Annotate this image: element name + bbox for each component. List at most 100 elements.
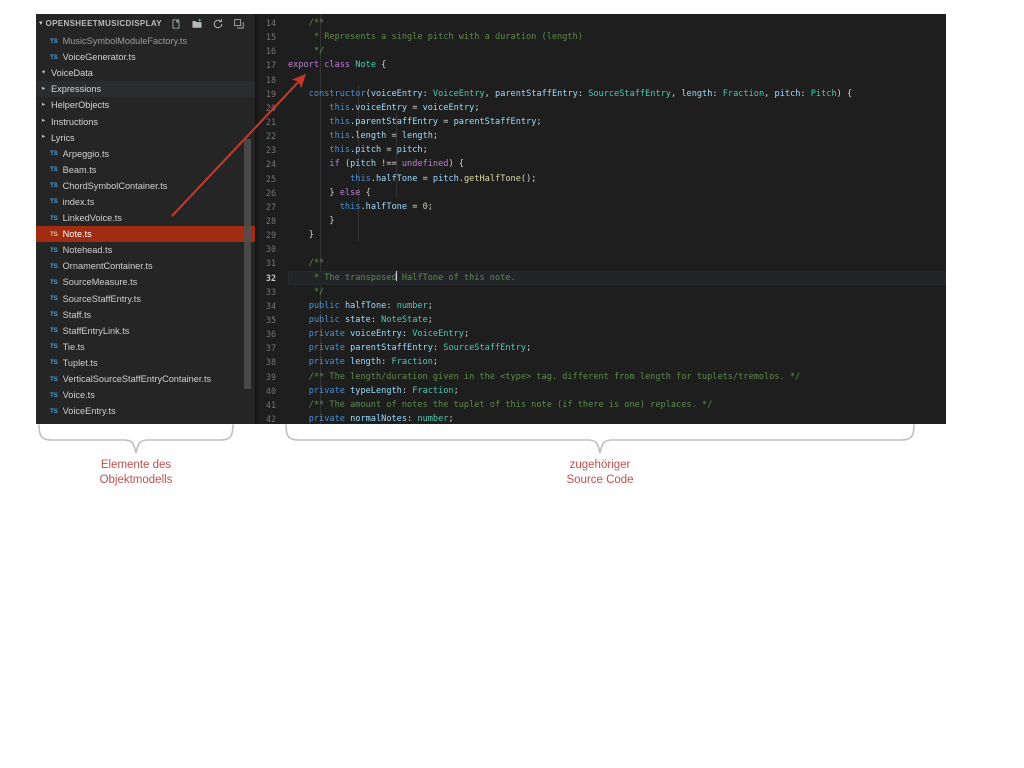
code-line[interactable]: private parentStaffEntry: SourceStaffEnt… [288,341,946,355]
new-file-icon[interactable] [170,18,182,30]
code-token: } [288,230,314,241]
explorer-actions [170,18,251,30]
line-number: 21 [265,116,276,127]
code-token: ) { [448,159,464,170]
tree-file-voice-ts[interactable]: TS Voice.ts [36,387,255,403]
collapse-all-icon[interactable] [233,18,245,30]
tree-folder-lyrics[interactable]: ▸ Lyrics [36,130,255,146]
tree-file-beam-ts[interactable]: TS Beam.ts [36,162,255,178]
code-token: /** [308,258,325,269]
tree-item-label: ChordSymbolContainer.ts [62,180,168,191]
tree-file-notehead-ts[interactable]: TS Notehead.ts [36,242,255,258]
code-token: /** [308,18,325,28]
chevron-down-icon[interactable]: ▾ [42,69,51,77]
tree-folder-voicedata[interactable]: ▾ VoiceData [36,65,255,81]
chevron-right-icon[interactable]: ▸ [42,86,51,93]
code-token: this [350,173,371,184]
tree-file-tuplet-ts[interactable]: TS Tuplet.ts [36,355,255,371]
tree-file-staffentrylink-ts[interactable]: TS StaffEntryLink.ts [36,323,255,339]
line-number: 27 [265,201,276,212]
tree-file-sourcemeasure-ts[interactable]: TS SourceMeasure.ts [36,274,255,290]
code-token: = [386,131,402,142]
code-line[interactable]: /** [288,16,946,30]
tree-folder-instructions[interactable]: ▸ Instructions [36,113,255,129]
tree-file-musicsymbolmodulefactory-ts[interactable]: TS MusicSymbolModuleFactory.ts [36,33,255,49]
code-token: ; [536,116,542,127]
explorer-header[interactable]: ▾ OPENSHEETMUSICDISPLAY [36,14,255,33]
code-line[interactable]: } else { [288,186,946,200]
tree-item-label: VoiceGenerator.ts [62,52,136,63]
tree-file-chordsymbolcontainer-ts[interactable]: TS ChordSymbolContainer.ts [36,178,255,194]
code-line[interactable]: } [288,214,946,228]
code-token: (); [520,173,537,184]
code-line[interactable] [288,242,946,256]
tree-file-staff-ts[interactable]: TS Staff.ts [36,307,255,323]
tree-file-index-ts[interactable]: TS index.ts [36,194,255,210]
chevron-down-icon[interactable]: ▾ [39,20,43,27]
code-editor[interactable]: 14 15 16 17 18 19 20 21 22 23 24 25 26 27 28 29 30 31 32 33… [255,14,946,424]
typescript-file-icon: TS [50,359,58,367]
vscode-screenshot: ▾ OPENSHEETMUSICDISPLAY TS MusicSymbolMo… [36,14,946,424]
code-line[interactable]: /** [288,256,946,270]
tree-file-arpeggio-ts[interactable]: TS Arpeggio.ts [36,146,255,162]
code-line[interactable]: this.pitch = pitch; [288,143,946,157]
code-line[interactable]: this.halfTone = pitch.getHalfTone(); [288,172,946,186]
code-line[interactable]: public state: NoteState; [288,313,946,327]
new-folder-icon[interactable] [191,18,203,30]
tree-file-voiceentry-ts[interactable]: TS VoiceEntry.ts [36,403,255,419]
code-line[interactable]: } [288,228,946,242]
code-token: export [288,60,320,71]
tree-item-label: Tuplet.ts [62,357,98,368]
code-line[interactable]: private typeLength: Fraction; [288,384,946,398]
code-line[interactable]: /** The length/duration given in the <ty… [288,370,946,384]
code-token: parentStaffEntry [453,116,537,127]
code-line[interactable]: export class Note { [288,58,946,72]
tree-file-voicegenerator-ts[interactable]: TS VoiceGenerator.ts [36,49,255,65]
file-tree[interactable]: TS MusicSymbolModuleFactory.ts TS VoiceGene… [36,33,255,424]
code-line[interactable]: */ [288,44,946,58]
code-line[interactable]: this.parentStaffEntry = parentStaffEntry… [288,115,946,129]
code-line[interactable]: */ [288,285,946,299]
tree-folder-helperobjects[interactable]: ▸ HelperObjects [36,97,255,113]
code-token: Fraction [391,357,433,368]
code-token: private [308,329,345,340]
typescript-file-icon: TS [50,407,58,415]
code-token: ; [432,131,439,142]
code-line[interactable]: if (pitch !== undefined) { [288,157,946,171]
code-line[interactable]: * The transposed HalfTone of this note. [288,270,946,285]
refresh-icon[interactable] [212,18,224,30]
code-line[interactable]: private length: Fraction; [288,355,946,369]
code-line[interactable]: constructor(voiceEntry: VoiceEntry, pare… [288,87,946,101]
code-token: : [800,88,811,99]
chevron-right-icon[interactable]: ▸ [42,102,51,109]
code-token: length [355,131,387,142]
tree-folder-expressions[interactable]: ▸ Expressions [36,81,255,98]
tree-item-label: StaffEntryLink.ts [62,325,130,336]
code-token: { [376,60,387,71]
code-line[interactable]: public halfTone: number; [288,299,946,313]
code-content[interactable]: /** * Represents a single pitch with a d… [283,14,946,424]
tree-file-note-ts[interactable]: TS Note.ts [36,226,255,243]
chevron-right-icon[interactable]: ▸ [42,134,51,141]
code-line[interactable]: * Represents a single pitch with a durat… [288,30,946,44]
code-line[interactable]: this.halfTone = 0; [288,200,946,214]
chevron-right-icon[interactable]: ▸ [42,118,51,125]
code-line[interactable]: this.voiceEntry = voiceEntry; [288,101,946,115]
sidebar-scrollbar[interactable] [244,139,251,389]
tree-file-ornamentcontainer-ts[interactable]: TS OrnamentContainer.ts [36,258,255,274]
code-line[interactable]: this.length = length; [288,129,946,143]
code-line[interactable] [288,73,946,87]
typescript-file-icon: TS [50,327,58,335]
code-token: /** The amount of notes the tuplet of th… [308,399,713,410]
tree-item-label: OrnamentContainer.ts [62,261,153,272]
code-token: ; [427,300,433,311]
tree-file-tie-ts[interactable]: TS Tie.ts [36,339,255,355]
code-line[interactable]: private voiceEntry: VoiceEntry; [288,327,946,341]
tree-file-linkedvoice-ts[interactable]: TS LinkedVoice.ts [36,210,255,226]
code-line[interactable]: /** The amount of notes the tuplet of th… [288,398,946,412]
tree-file-sourcestaffentry-ts[interactable]: TS SourceStaffEntry.ts [36,291,255,307]
tree-file-verticalsourcestaffentrycontainer-ts[interactable]: TS VerticalSourceStaffEntryContainer.ts [36,371,255,387]
